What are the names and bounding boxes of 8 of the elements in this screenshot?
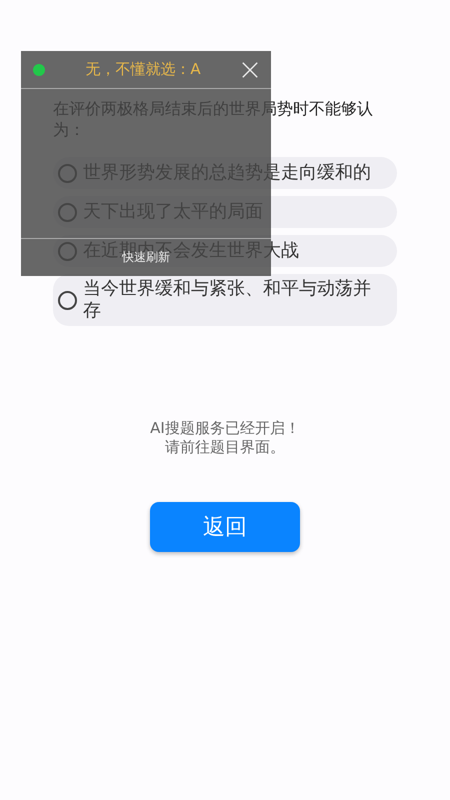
status-dot-icon bbox=[33, 64, 45, 76]
radio-icon bbox=[58, 290, 77, 310]
status-message: 请前往题目界面。 bbox=[165, 438, 285, 457]
answer-text: 无，不懂就选：A bbox=[84, 60, 202, 79]
back-button[interactable]: 返回 bbox=[150, 502, 300, 552]
close-icon[interactable] bbox=[241, 60, 259, 78]
status-message: AI搜题服务已经开启！ bbox=[150, 419, 300, 438]
answer-option[interactable]: 当今世界缓和与紧张、和平与动荡并存 bbox=[53, 274, 397, 326]
